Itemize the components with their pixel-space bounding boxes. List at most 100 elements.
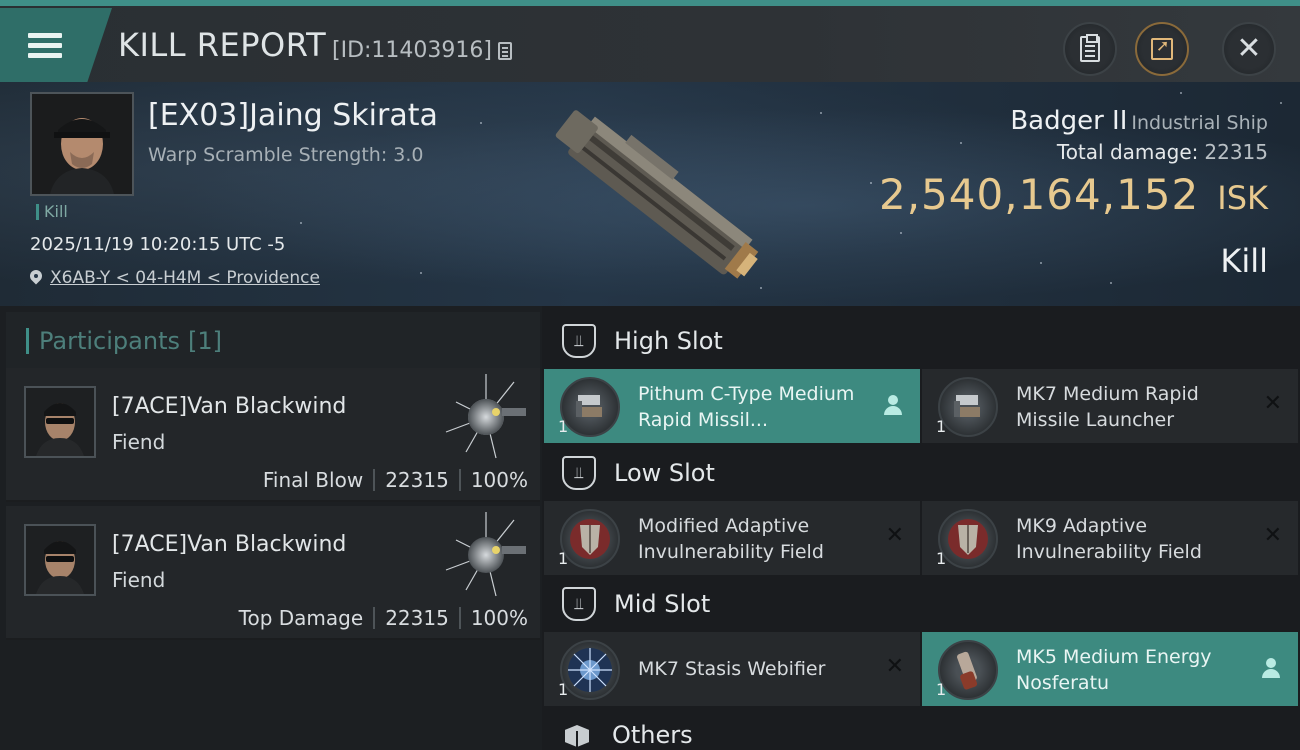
shield-module-icon	[938, 509, 998, 569]
hamburger-menu-icon	[28, 28, 62, 63]
ship-name[interactable]: Badger II Industrial Ship	[1010, 106, 1268, 136]
kill-result-label: Kill	[1220, 242, 1268, 280]
participants-panel: Participants [1] [7ACE]Van Blackwind Fie…	[0, 306, 542, 750]
module-name: Pithum C-Type Medium Rapid Missil...	[638, 383, 855, 431]
module-name: MK7 Stasis Webifier	[638, 658, 826, 680]
report-id-text: [ID:11403916]	[332, 38, 492, 63]
module-quantity: 1	[558, 549, 569, 568]
participant-role: Top Damage	[238, 606, 364, 630]
energy-nosferatu-icon	[938, 640, 998, 700]
stasis-webifier-icon	[560, 640, 620, 700]
module-name: MK7 Medium Rapid Missile Launcher	[1016, 383, 1199, 431]
shield-slot-icon: ⫫	[562, 456, 596, 490]
kill-location[interactable]: X6AB-Y < 04-H4M < Providence	[30, 268, 320, 288]
divider	[458, 469, 461, 491]
participant-avatar[interactable]	[24, 524, 96, 596]
participant-avatar[interactable]	[24, 386, 96, 458]
participant-name[interactable]: [7ACE]Van Blackwind	[112, 532, 346, 557]
participants-label: Participants	[39, 327, 180, 355]
shield-slot-icon: ⫫	[562, 587, 596, 621]
participant-name[interactable]: [7ACE]Van Blackwind	[112, 394, 346, 419]
participant-damage: 22315	[385, 468, 449, 492]
module-card[interactable]: 1 MK5 Medium Energy Nosferatu	[922, 632, 1298, 706]
mid-slot-title: Mid Slot	[614, 590, 711, 618]
low-slot-title: Low Slot	[614, 459, 715, 487]
close-icon: ✕	[1236, 31, 1262, 66]
shield-module-icon	[560, 509, 620, 569]
participant-row[interactable]: [7ACE]Van Blackwind Fiend Final Blow 223…	[6, 368, 540, 502]
total-damage: Total damage: 22315	[1057, 140, 1268, 164]
menu-button[interactable]	[0, 8, 112, 82]
module-card[interactable]: 1 MK7 Stasis Webifier ✕	[544, 632, 920, 706]
x-mark-icon: ✕	[1263, 391, 1282, 416]
ship-class: Industrial Ship	[1131, 112, 1268, 134]
copy-icon[interactable]	[497, 41, 512, 60]
victim-banner: [EX03]Jaing Skirata Warp Scramble Streng…	[0, 82, 1300, 306]
participant-role: Final Blow	[262, 468, 364, 492]
total-damage-label: Total damage:	[1056, 140, 1199, 164]
kill-timestamp: 2025/11/19 10:20:15 UTC -5	[30, 234, 286, 255]
high-slot-header: ⫫ High Slot	[542, 310, 1300, 372]
location-link[interactable]: X6AB-Y < 04-H4M < Providence	[50, 268, 320, 288]
x-mark-icon: ✕	[885, 523, 904, 548]
module-card[interactable]: 1 Pithum C-Type Medium Rapid Missil...	[544, 369, 920, 443]
x-mark-icon: ✕	[885, 654, 904, 679]
module-quantity: 1	[936, 417, 947, 436]
fiend-ship-icon	[445, 512, 526, 597]
cube-icon	[562, 721, 592, 749]
module-name: MK5 Medium Energy Nosferatu	[1016, 646, 1212, 694]
mid-slot-header: ⫫ Mid Slot	[542, 573, 1300, 635]
close-button[interactable]: ✕	[1222, 22, 1276, 76]
module-quantity: 1	[558, 680, 569, 699]
participant-row[interactable]: [7ACE]Van Blackwind Fiend Top Damage 223…	[6, 506, 540, 640]
page-title: KILL REPORT	[118, 26, 327, 64]
others-title: Others	[612, 721, 693, 749]
person-icon	[1262, 658, 1280, 680]
clipboard-button[interactable]	[1063, 22, 1117, 76]
module-quantity: 1	[558, 417, 569, 436]
module-name: Modified Adaptive Invulnerability Field	[638, 515, 824, 563]
participant-ship: Fiend	[112, 430, 166, 454]
kill-tag: Kill	[36, 204, 68, 220]
location-pin-icon	[30, 270, 42, 286]
participants-header: Participants [1]	[6, 312, 540, 370]
isk-value-row: 2,540,164,152 ISK	[879, 170, 1268, 219]
report-id[interactable]: [ID:11403916]	[332, 38, 512, 63]
total-damage-value: 22315	[1204, 140, 1268, 164]
others-header[interactable]: Others	[542, 704, 1300, 750]
participant-stats: Final Blow 22315 100%	[263, 468, 528, 492]
participant-percent: 100%	[470, 468, 528, 492]
high-slot-title: High Slot	[614, 327, 723, 355]
module-card[interactable]: 1 Modified Adaptive Invulnerability Fiel…	[544, 501, 920, 575]
ship-name-text: Badger II	[1010, 106, 1128, 136]
module-quantity: 1	[936, 549, 947, 568]
share-button[interactable]	[1135, 22, 1189, 76]
fiend-ship-icon	[445, 374, 526, 459]
share-icon	[1151, 36, 1173, 60]
fitting-panel: ⫫ High Slot 1 Pithum C-Type Medium Rapid…	[542, 306, 1300, 750]
clipboard-icon	[1080, 34, 1100, 62]
module-quantity: 1	[936, 680, 947, 699]
participant-ship: Fiend	[112, 568, 166, 592]
missile-launcher-icon	[938, 377, 998, 437]
divider	[373, 607, 376, 629]
low-slot-header: ⫫ Low Slot	[542, 442, 1300, 504]
participant-stats: Top Damage 22315 100%	[239, 606, 528, 630]
divider	[373, 469, 376, 491]
isk-value: 2,540,164,152	[878, 170, 1200, 219]
victim-name[interactable]: [EX03]Jaing Skirata	[148, 98, 438, 133]
victim-portrait[interactable]	[30, 92, 134, 196]
missile-launcher-icon	[560, 377, 620, 437]
warp-scramble-strength: Warp Scramble Strength: 3.0	[148, 144, 424, 166]
module-name: MK9 Adaptive Invulnerability Field	[1016, 515, 1202, 563]
shield-slot-icon: ⫫	[562, 324, 596, 358]
participants-count: [1]	[187, 327, 222, 355]
ship-render	[555, 110, 759, 279]
participant-percent: 100%	[470, 606, 528, 630]
person-icon	[884, 395, 902, 417]
participant-damage: 22315	[385, 606, 449, 630]
module-card[interactable]: 1 MK7 Medium Rapid Missile Launcher ✕	[922, 369, 1298, 443]
module-card[interactable]: 1 MK9 Adaptive Invulnerability Field ✕	[922, 501, 1298, 575]
header-accent-bar	[26, 328, 29, 354]
x-mark-icon: ✕	[1263, 523, 1282, 548]
